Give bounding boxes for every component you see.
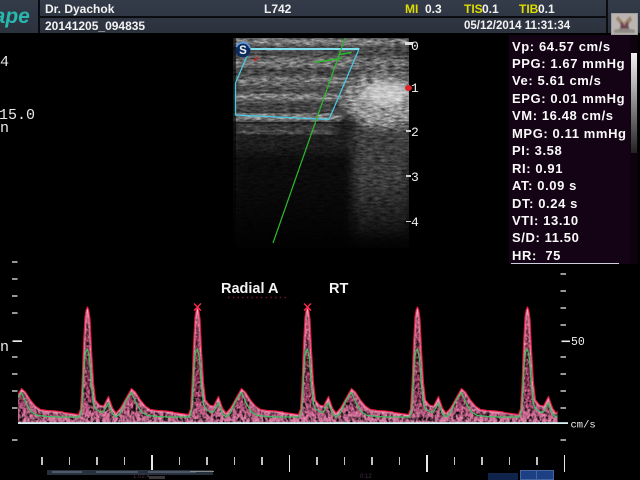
svg-text:50: 50	[571, 336, 585, 349]
svg-text:Radial A: Radial A	[221, 281, 279, 297]
svg-text:cm/s: cm/s	[571, 420, 596, 432]
svg-text:RT: RT	[329, 281, 348, 297]
svg-text:S: S	[239, 45, 247, 57]
